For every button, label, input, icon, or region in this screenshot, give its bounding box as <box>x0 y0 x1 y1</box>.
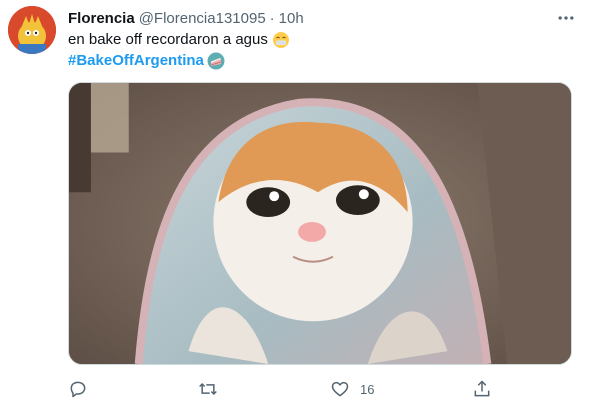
tweet-image[interactable] <box>68 82 572 365</box>
reply-icon <box>70 381 86 398</box>
hashtag-link[interactable]: #BakeOffArgentina <box>68 51 204 71</box>
like-button[interactable]: 16 <box>330 377 374 401</box>
hashtag-line: #BakeOffArgentina <box>68 51 225 71</box>
more-options-button[interactable] <box>554 8 578 28</box>
share-icon <box>474 380 490 397</box>
retweet-button[interactable] <box>198 377 218 401</box>
tweet-text: en bake off recordaron a agus <box>68 30 290 50</box>
avatar-image <box>8 6 56 54</box>
heart-icon <box>331 381 349 397</box>
retweet-icon <box>199 382 217 396</box>
tweet-header: Florencia @Florencia131095 · 10h <box>68 8 304 28</box>
separator: · <box>269 9 275 27</box>
sneezing-face-emoji <box>272 32 289 48</box>
author-handle[interactable]: @Florencia131095 <box>139 10 266 27</box>
author-name[interactable]: Florencia <box>68 10 135 27</box>
reply-button[interactable] <box>68 377 88 401</box>
tweet-actions: 16 <box>68 377 498 401</box>
share-button[interactable] <box>472 377 492 401</box>
like-count: 16 <box>360 381 375 397</box>
crying-cat-photo <box>69 83 571 364</box>
more-horizontal-icon <box>558 16 574 20</box>
avatar[interactable] <box>8 6 56 54</box>
tweet-text-content: en bake off recordaron a agus <box>68 31 268 48</box>
cake-emoji <box>207 52 225 70</box>
timestamp[interactable]: 10h <box>279 10 304 27</box>
